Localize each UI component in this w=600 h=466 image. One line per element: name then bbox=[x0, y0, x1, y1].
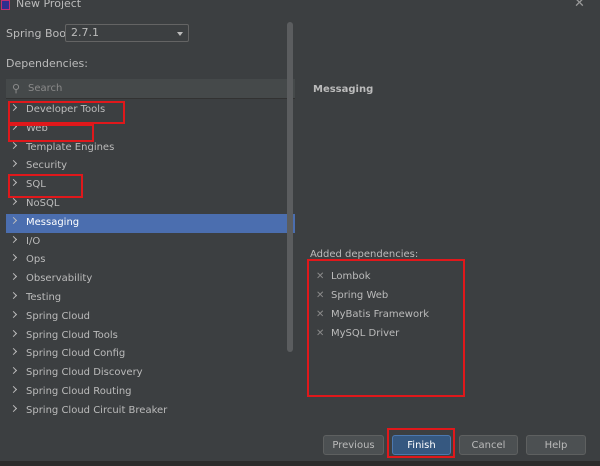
tree-item-io[interactable]: I/O bbox=[6, 233, 295, 252]
search-icon: ⚲ bbox=[12, 82, 21, 95]
bottom-edge bbox=[0, 461, 600, 466]
tree-item-label: I/O bbox=[26, 235, 41, 247]
added-dependency-item: ✕ Spring Web bbox=[316, 289, 516, 305]
tree-item-label: NoSQL bbox=[26, 197, 60, 209]
added-dependencies-label: Added dependencies: bbox=[310, 249, 419, 260]
tree-item-testing[interactable]: Testing bbox=[6, 289, 295, 308]
tree-item-spring-cloud-routing[interactable]: Spring Cloud Routing bbox=[6, 383, 295, 402]
tree-item-label: Developer Tools bbox=[26, 104, 106, 115]
tree-item-label: Spring Cloud Config bbox=[26, 348, 126, 360]
added-dependencies-list: ✕ Lombok ✕ Spring Web ✕ MyBatis Framewor… bbox=[310, 262, 594, 418]
tree-item-nosql[interactable]: NoSQL bbox=[6, 195, 295, 214]
added-dependency-label: Lombok bbox=[331, 271, 371, 282]
tree-item-label: Spring Cloud bbox=[26, 310, 91, 322]
remove-dependency-icon[interactable]: ✕ bbox=[316, 290, 324, 301]
dependencies-label: Dependencies: bbox=[6, 57, 88, 70]
tree-item-label: Testing bbox=[26, 291, 62, 303]
chevron-right-icon[interactable] bbox=[9, 367, 18, 375]
chevron-right-icon[interactable] bbox=[9, 216, 18, 224]
added-dependency-item: ✕ MySQL Driver bbox=[316, 327, 516, 343]
window-title: New Project bbox=[16, 0, 82, 10]
category-detail-title: Messaging bbox=[313, 84, 374, 95]
chevron-right-icon[interactable] bbox=[9, 254, 18, 262]
tree-item-label: Spring Cloud Circuit Breaker bbox=[26, 404, 168, 416]
tree-item-label: Web bbox=[26, 122, 48, 134]
tree-item-label: Ops bbox=[26, 254, 46, 266]
search-box: ⚲ bbox=[6, 79, 295, 99]
added-dependency-item: ✕ MyBatis Framework bbox=[316, 308, 516, 324]
tree-item-label: SQL bbox=[26, 179, 46, 191]
previous-button[interactable]: Previous bbox=[323, 435, 384, 455]
tree-item-label: Spring Cloud Tools bbox=[26, 329, 118, 341]
spring-boot-version-select[interactable]: 2.7.1 bbox=[65, 24, 189, 42]
chevron-right-icon[interactable] bbox=[9, 235, 18, 243]
chevron-right-icon[interactable] bbox=[9, 273, 18, 281]
title-bar: New Project ✕ bbox=[0, 0, 600, 13]
chevron-right-icon[interactable] bbox=[9, 310, 18, 318]
tree-item-label: Observability bbox=[26, 273, 93, 285]
tree-scrollbar[interactable] bbox=[287, 22, 293, 352]
tree-item-spring-cloud-discovery[interactable]: Spring Cloud Discovery bbox=[6, 364, 295, 383]
added-dependency-label: MySQL Driver bbox=[331, 328, 400, 339]
tree-item-web[interactable]: Web bbox=[6, 120, 295, 139]
added-dependency-label: MyBatis Framework bbox=[331, 309, 429, 320]
tree-item-label: Security bbox=[26, 160, 68, 172]
help-button[interactable]: Help bbox=[526, 435, 586, 455]
spring-boot-version-value: 2.7.1 bbox=[71, 26, 99, 39]
remove-dependency-icon[interactable]: ✕ bbox=[316, 271, 324, 282]
tree-item-messaging[interactable]: Messaging bbox=[6, 213, 295, 233]
chevron-right-icon[interactable] bbox=[9, 404, 18, 412]
tree-item-security[interactable]: Security bbox=[6, 157, 295, 176]
spring-boot-label: Spring Boot: bbox=[6, 27, 75, 40]
tree-item-label: Messaging bbox=[26, 216, 80, 228]
tree-item-spring-cloud-circuit-breaker[interactable]: Spring Cloud Circuit Breaker bbox=[6, 402, 295, 421]
chevron-down-icon bbox=[177, 32, 183, 36]
tree-item-label: Spring Cloud Discovery bbox=[26, 367, 143, 379]
dependency-category-tree: ⚲ Developer Tools Web Template Engines S… bbox=[6, 79, 295, 422]
tree-item-spring-cloud[interactable]: Spring Cloud bbox=[6, 308, 295, 327]
tree-item-spring-cloud-tools[interactable]: Spring Cloud Tools bbox=[6, 327, 295, 346]
tree-item-developer-tools[interactable]: Developer Tools bbox=[6, 101, 295, 120]
search-input[interactable] bbox=[28, 80, 283, 97]
added-dependency-label: Spring Web bbox=[331, 290, 389, 301]
remove-dependency-icon[interactable]: ✕ bbox=[316, 309, 324, 320]
remove-dependency-icon[interactable]: ✕ bbox=[316, 328, 324, 339]
added-dependency-item: ✕ Lombok bbox=[316, 270, 516, 286]
chevron-right-icon[interactable] bbox=[9, 348, 18, 356]
app-icon bbox=[1, 0, 10, 10]
tree-item-observability[interactable]: Observability bbox=[6, 270, 295, 289]
tree-item-ops[interactable]: Ops bbox=[6, 251, 295, 270]
chevron-right-icon[interactable] bbox=[9, 103, 18, 112]
category-list: Developer Tools Web Template Engines Sec… bbox=[6, 101, 295, 421]
tree-item-label: Template Engines bbox=[26, 141, 115, 153]
tree-item-sql[interactable]: SQL bbox=[6, 176, 295, 195]
chevron-right-icon[interactable] bbox=[9, 329, 18, 337]
tree-item-template-engines[interactable]: Template Engines bbox=[6, 139, 295, 158]
chevron-right-icon[interactable] bbox=[9, 179, 18, 187]
finish-button[interactable]: Finish bbox=[392, 435, 451, 455]
close-icon[interactable]: ✕ bbox=[574, 0, 585, 11]
cancel-button[interactable]: Cancel bbox=[459, 435, 518, 455]
chevron-right-icon[interactable] bbox=[9, 141, 18, 149]
chevron-right-icon[interactable] bbox=[9, 122, 18, 130]
chevron-right-icon[interactable] bbox=[9, 291, 18, 300]
chevron-right-icon[interactable] bbox=[9, 160, 18, 168]
tree-item-spring-cloud-config[interactable]: Spring Cloud Config bbox=[6, 345, 295, 364]
chevron-right-icon[interactable] bbox=[9, 385, 18, 393]
chevron-right-icon[interactable] bbox=[9, 197, 18, 206]
tree-item-label: Spring Cloud Routing bbox=[26, 385, 132, 397]
